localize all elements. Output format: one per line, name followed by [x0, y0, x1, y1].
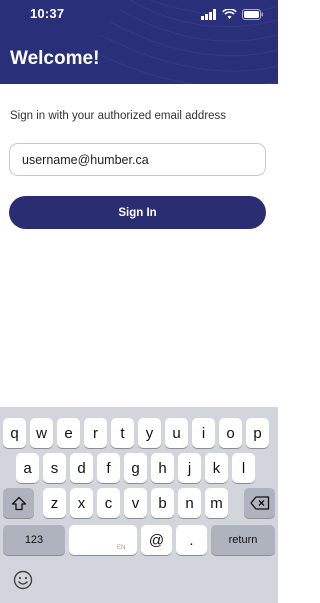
- emoji-icon[interactable]: [13, 570, 33, 590]
- key-m[interactable]: m: [205, 488, 228, 518]
- numbers-key[interactable]: 123: [3, 525, 65, 555]
- signin-button[interactable]: Sign In: [9, 196, 266, 229]
- backspace-key[interactable]: [244, 488, 275, 518]
- key-k[interactable]: k: [205, 453, 228, 483]
- key-h[interactable]: h: [151, 453, 174, 483]
- shift-icon: [11, 496, 26, 510]
- key-l[interactable]: l: [232, 453, 255, 483]
- on-screen-keyboard: q w e r t y u i o p a s d f g h j k l z …: [0, 407, 278, 603]
- key-r[interactable]: r: [84, 418, 107, 448]
- email-field[interactable]: [9, 143, 266, 176]
- key-b[interactable]: b: [151, 488, 174, 518]
- key-f[interactable]: f: [97, 453, 120, 483]
- battery-icon: [242, 8, 263, 20]
- key-n[interactable]: n: [178, 488, 201, 518]
- key-o[interactable]: o: [219, 418, 242, 448]
- shift-key[interactable]: [3, 488, 34, 518]
- backspace-icon: [249, 496, 269, 510]
- key-e[interactable]: e: [57, 418, 80, 448]
- key-u[interactable]: u: [165, 418, 188, 448]
- dot-key[interactable]: .: [176, 525, 207, 555]
- at-key[interactable]: @: [141, 525, 172, 555]
- key-w[interactable]: w: [30, 418, 53, 448]
- key-c[interactable]: c: [97, 488, 120, 518]
- key-j[interactable]: j: [178, 453, 201, 483]
- status-icons: [201, 8, 264, 20]
- key-y[interactable]: y: [138, 418, 161, 448]
- key-t[interactable]: t: [111, 418, 134, 448]
- signin-instructions: Sign in with your authorized email addre…: [10, 110, 227, 122]
- key-x[interactable]: x: [70, 488, 93, 518]
- space-key[interactable]: EN: [69, 525, 137, 555]
- key-p[interactable]: p: [246, 418, 269, 448]
- status-bar: 10:37: [0, 0, 278, 28]
- key-a[interactable]: a: [16, 453, 39, 483]
- header-banner: 10:37 Welcome!: [0, 0, 278, 84]
- return-key[interactable]: return: [211, 525, 275, 555]
- key-z[interactable]: z: [43, 488, 66, 518]
- status-time: 10:37: [30, 6, 65, 21]
- signal-icon: [201, 8, 216, 20]
- key-d[interactable]: d: [70, 453, 93, 483]
- key-g[interactable]: g: [124, 453, 147, 483]
- key-v[interactable]: v: [124, 488, 147, 518]
- space-language-hint: EN: [117, 545, 126, 551]
- key-i[interactable]: i: [192, 418, 215, 448]
- key-s[interactable]: s: [43, 453, 66, 483]
- wifi-icon: [222, 8, 237, 19]
- key-q[interactable]: q: [3, 418, 26, 448]
- page-title: Welcome!: [10, 48, 100, 69]
